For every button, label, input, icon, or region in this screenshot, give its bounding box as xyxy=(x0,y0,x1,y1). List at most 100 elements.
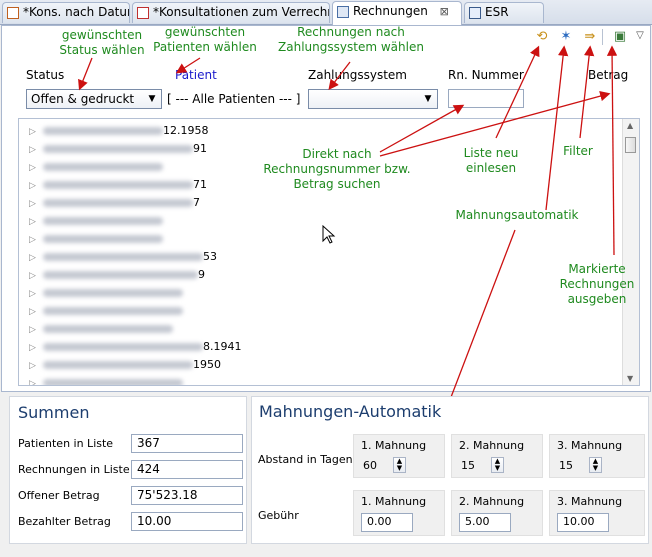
rn-nummer-label: Rn. Nummer xyxy=(448,68,524,82)
tree-row[interactable]: ▷ xyxy=(29,230,163,248)
expand-icon[interactable]: ▷ xyxy=(29,249,39,267)
column-label: 2. Mahnung xyxy=(459,439,525,452)
patient-link[interactable]: Patient xyxy=(175,68,217,82)
tree-row[interactable]: ▷ xyxy=(29,320,173,338)
gebuehr-mahnung-3: 3. Mahnung 10.00 xyxy=(549,490,645,536)
tree-row[interactable]: ▷ xyxy=(29,302,183,320)
rn-nummer-input[interactable] xyxy=(448,89,524,108)
column-label: 1. Mahnung xyxy=(361,495,427,508)
magic-wand-icon[interactable]: ✶ xyxy=(558,29,574,45)
tree-row[interactable]: ▷ 53 xyxy=(29,248,217,266)
row-date: 91 xyxy=(193,142,207,155)
status-select-value: Offen & gedruckt xyxy=(31,92,135,106)
gebuehr-input-1[interactable]: 0.00 xyxy=(361,513,413,532)
summen-label-patienten: Patienten in Liste xyxy=(18,437,114,450)
abstand-value-1[interactable]: 60 xyxy=(363,459,377,472)
tree-row[interactable]: ▷ 7 xyxy=(29,194,200,212)
spinner-icon[interactable]: ▲ ▼ xyxy=(589,457,602,473)
tree-row[interactable]: ▷ 8.1941 xyxy=(29,338,242,356)
tree-row[interactable]: ▷ 12.1958 xyxy=(29,122,209,140)
summen-title: Summen xyxy=(18,403,90,422)
tab-rechnungen[interactable]: Rechnungen ⊠ xyxy=(332,1,462,25)
summen-value-rechnungen: 424 xyxy=(131,460,243,479)
expand-icon[interactable]: ▷ xyxy=(29,195,39,213)
view-menu-icon[interactable]: ▽ xyxy=(632,28,648,44)
expand-icon[interactable]: ▷ xyxy=(29,321,39,339)
expand-icon[interactable]: ▷ xyxy=(29,159,39,177)
tree-row[interactable]: ▷ 71 xyxy=(29,176,207,194)
row-date: 9 xyxy=(198,268,205,281)
close-icon[interactable]: ⊠ xyxy=(440,5,449,18)
tab-kons-nach-datum[interactable]: *Kons. nach Datum xyxy=(2,2,130,23)
mahnungen-title: Mahnungen-Automatik xyxy=(259,402,442,421)
esr-icon xyxy=(469,7,481,19)
annotation-status: gewünschten Status wählen xyxy=(59,28,145,57)
tree-scrollbar[interactable]: ▲ ▼ xyxy=(622,119,639,385)
annotation-rn-search: Direkt nach Rechnungsnummer bzw. Betrag … xyxy=(263,147,411,191)
tab-label: *Kons. nach Datum xyxy=(23,5,130,19)
abstand-value-2[interactable]: 15 xyxy=(461,459,475,472)
spinner-icon[interactable]: ▲ ▼ xyxy=(491,457,504,473)
scroll-thumb[interactable] xyxy=(625,137,636,153)
mahnungen-panel: Mahnungen-Automatik Abstand in Tagen Geb… xyxy=(251,396,649,544)
annotation-filter: Filter xyxy=(563,144,593,158)
expand-icon[interactable]: ▷ xyxy=(29,339,39,357)
folder-icon xyxy=(337,6,349,18)
patient-value: [ --- Alle Patienten --- ] xyxy=(167,92,301,106)
expand-icon[interactable]: ▷ xyxy=(29,123,39,141)
calendar-icon xyxy=(7,7,19,19)
summen-panel: Summen Patienten in Liste 367 Rechnungen… xyxy=(9,396,247,544)
summen-value-patienten: 367 xyxy=(131,434,243,453)
tab-esr[interactable]: ESR xyxy=(464,2,544,23)
gebuehr-mahnung-1: 1. Mahnung 0.00 xyxy=(353,490,445,536)
annotation-ausgeben: Markierte Rechnungen ausgeben xyxy=(559,262,635,306)
expand-icon[interactable]: ▷ xyxy=(29,285,39,303)
tree-row[interactable]: ▷ 91 xyxy=(29,140,207,158)
tree-row[interactable]: ▷ xyxy=(29,284,183,302)
status-select[interactable]: Offen & gedruckt ▼ xyxy=(26,89,162,109)
print-invoices-icon[interactable]: ▣ xyxy=(612,29,628,45)
tree-row[interactable]: ▷ 1950 xyxy=(29,356,221,374)
tree-row[interactable]: ▷ 9 xyxy=(29,266,205,284)
tree-row[interactable]: ▷ xyxy=(29,212,163,230)
row-date: 71 xyxy=(193,178,207,191)
spinner-icon[interactable]: ▲ ▼ xyxy=(393,457,406,473)
expand-icon[interactable]: ▷ xyxy=(29,141,39,159)
expand-icon[interactable]: ▷ xyxy=(29,375,39,385)
summen-label-bezahlt: Bezahlter Betrag xyxy=(18,515,111,528)
chevron-down-icon: ▼ xyxy=(148,94,156,104)
tab-label: *Konsultationen zum Verrechnen xyxy=(153,5,329,19)
column-label: 3. Mahnung xyxy=(557,439,623,452)
chevron-down-icon: ▼ xyxy=(424,94,432,104)
gebuehr-mahnung-2: 2. Mahnung 5.00 xyxy=(451,490,543,536)
expand-icon[interactable]: ▷ xyxy=(29,177,39,195)
abstand-mahnung-2: 2. Mahnung 15 ▲ ▼ xyxy=(451,434,543,478)
row-date: 7 xyxy=(193,196,200,209)
summen-value-bezahlt: 10.00 xyxy=(131,512,243,531)
scroll-down-icon[interactable]: ▼ xyxy=(627,374,633,383)
tree-row[interactable]: ▷ xyxy=(29,374,183,385)
gebuehr-input-3[interactable]: 10.00 xyxy=(557,513,609,532)
tree-row[interactable]: ▷ xyxy=(29,158,163,176)
tab-label: Rechnungen xyxy=(353,4,428,18)
expand-icon[interactable]: ▷ xyxy=(29,231,39,249)
abstand-mahnung-3: 3. Mahnung 15 ▲ ▼ xyxy=(549,434,645,478)
tab-konsultationen-verrechnen[interactable]: *Konsultationen zum Verrechnen xyxy=(132,2,330,23)
mouse-cursor-icon xyxy=(322,225,336,244)
zahlungssystem-select[interactable]: ▼ xyxy=(308,89,438,109)
abstand-value-3[interactable]: 15 xyxy=(559,459,573,472)
filter-icon[interactable]: ⇛ xyxy=(582,29,598,45)
expand-icon[interactable]: ▷ xyxy=(29,357,39,375)
tab-bar: *Kons. nach Datum *Konsultationen zum Ve… xyxy=(0,0,652,25)
zahlungssystem-label: Zahlungssystem xyxy=(308,68,407,82)
column-label: 3. Mahnung xyxy=(557,495,623,508)
tab-label: ESR xyxy=(485,5,509,19)
row-date: 8.1941 xyxy=(203,340,242,353)
expand-icon[interactable]: ▷ xyxy=(29,213,39,231)
expand-icon[interactable]: ▷ xyxy=(29,303,39,321)
row-date: 1950 xyxy=(193,358,221,371)
expand-icon[interactable]: ▷ xyxy=(29,267,39,285)
gebuehr-input-2[interactable]: 5.00 xyxy=(459,513,511,532)
reload-icon[interactable]: ⟲ xyxy=(534,29,550,45)
scroll-up-icon[interactable]: ▲ xyxy=(627,121,633,130)
